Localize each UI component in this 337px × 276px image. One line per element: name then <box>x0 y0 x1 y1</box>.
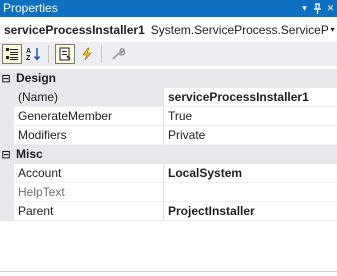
property-row-parent[interactable]: Parent ProjectInstaller <box>0 202 337 221</box>
alphabetical-icon: A Z <box>26 48 41 61</box>
property-row-helptext[interactable]: HelpText <box>0 183 337 202</box>
property-row-name[interactable]: (Name) serviceProcessInstaller1 <box>0 88 337 107</box>
property-name: Account <box>14 164 164 183</box>
property-value[interactable]: LocalSystem <box>164 164 337 183</box>
wrench-icon <box>112 48 125 60</box>
grid-bottom-divider <box>0 271 337 272</box>
property-value[interactable]: True <box>164 107 337 126</box>
toolbar-separator <box>101 45 102 63</box>
alphabetical-button[interactable]: A Z <box>24 44 44 64</box>
property-name: Parent <box>14 202 164 221</box>
category-design[interactable]: ⊟ Design <box>0 69 337 88</box>
object-type: System.ServiceProcess.ServiceProce <box>150 22 337 37</box>
object-selector[interactable]: serviceProcessInstaller1 System.ServiceP… <box>0 19 337 40</box>
window-title: Properties <box>3 1 58 15</box>
collapse-icon[interactable]: ⊟ <box>0 145 12 164</box>
property-grid: ⊟ Design (Name) serviceProcessInstaller1… <box>0 69 337 221</box>
object-name: serviceProcessInstaller1 <box>4 22 145 37</box>
collapse-icon[interactable]: ⊟ <box>0 69 12 88</box>
properties-button[interactable] <box>55 44 75 64</box>
category-label: Misc <box>16 147 43 161</box>
categorized-button[interactable] <box>2 44 22 64</box>
property-name: Modifiers <box>14 126 164 145</box>
chevron-down-icon[interactable]: ▾ <box>328 19 337 40</box>
events-icon <box>82 47 92 61</box>
categorized-icon <box>6 48 18 60</box>
toolbar-separator <box>48 45 49 63</box>
properties-toolbar: A Z <box>0 42 337 66</box>
property-name: HelpText <box>14 183 164 202</box>
close-icon[interactable]: ✕ <box>324 0 337 17</box>
property-row-generatemember[interactable]: GenerateMember True <box>0 107 337 126</box>
properties-titlebar: Properties ▾ ✕ <box>0 0 337 17</box>
property-name: GenerateMember <box>14 107 164 126</box>
properties-icon <box>59 47 71 61</box>
events-button[interactable] <box>77 44 97 64</box>
svg-text:Z: Z <box>26 55 31 61</box>
svg-text:A: A <box>26 48 31 55</box>
property-value[interactable]: ProjectInstaller <box>164 202 337 221</box>
pin-icon[interactable] <box>311 0 324 17</box>
category-label: Design <box>16 71 57 85</box>
property-row-modifiers[interactable]: Modifiers Private <box>0 126 337 145</box>
property-value[interactable]: Private <box>164 126 337 145</box>
category-misc[interactable]: ⊟ Misc <box>0 145 337 164</box>
window-position-dropdown-icon[interactable]: ▾ <box>298 0 311 17</box>
property-value[interactable] <box>164 183 337 202</box>
property-name: (Name) <box>14 88 164 107</box>
property-pages-button[interactable] <box>108 44 128 64</box>
property-row-account[interactable]: Account LocalSystem <box>0 164 337 183</box>
property-value[interactable]: serviceProcessInstaller1 <box>164 88 337 107</box>
